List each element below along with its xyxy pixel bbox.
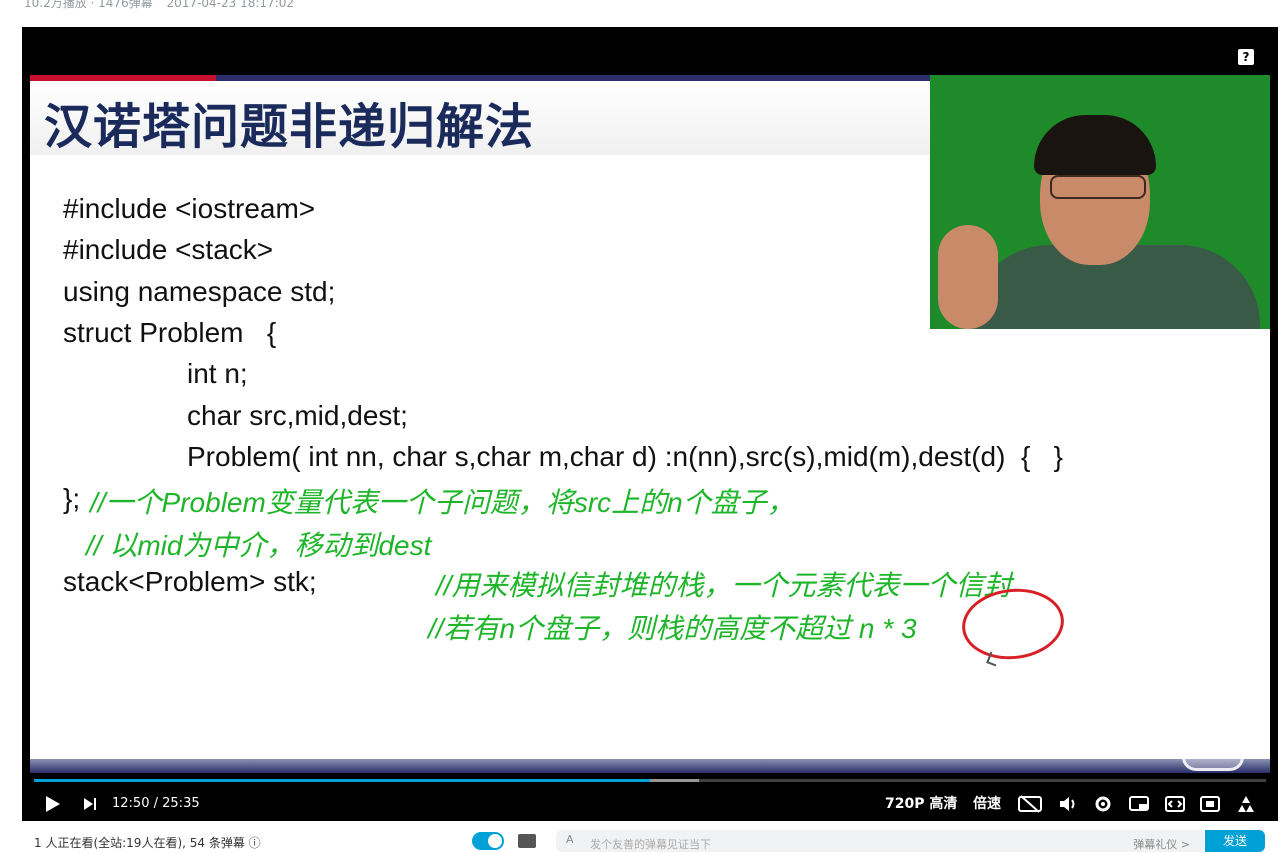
danmaku-placeholder: 发个友善的弹幕见证当下 (590, 838, 711, 851)
presenter-hand (938, 225, 998, 329)
code-line: }; (63, 483, 81, 514)
send-button[interactable]: 发送 (1205, 830, 1265, 852)
publish-date: 2017-04-23 18:17:02 (166, 0, 294, 10)
viewer-count: 1 人正在看(全站:19人在看), 54 条弹幕 ⓘ (34, 836, 261, 850)
play-icon[interactable] (42, 794, 62, 814)
danmaku-toggle[interactable] (472, 832, 504, 850)
volume-icon[interactable] (1058, 794, 1078, 814)
duration: 25:35 (162, 796, 200, 811)
quality-button[interactable]: 720P 高清 (885, 787, 957, 821)
presenter-hair (1034, 115, 1156, 175)
danmaku-bar: 1 人正在看(全站:19人在看), 54 条弹幕 ⓘ A 发个友善的弹幕见证当下… (22, 826, 1278, 852)
video-meta: 10.2万播放 · 1476弹幕 2017-04-23 18:17:02 (24, 0, 304, 11)
mini-player-icon[interactable] (1129, 794, 1149, 814)
webcam-overlay (930, 75, 1270, 329)
danmaku-input[interactable]: A 发个友善的弹幕见证当下 弹幕礼仪 > (556, 830, 1204, 852)
widescreen-icon[interactable] (1165, 794, 1185, 814)
time-display: 12:50 / 25:35 (112, 787, 200, 821)
video-player[interactable]: ? 汉诺塔问题非递归解法 #include <iostream> #includ… (22, 27, 1278, 821)
play-count: 10.2万播放 · 1476弹幕 (24, 0, 153, 10)
speed-button[interactable]: 倍速 (973, 787, 1001, 821)
code-line: Problem( int nn, char s,char m,char d) :… (187, 441, 1064, 472)
code-line: using namespace std; (63, 276, 336, 307)
danmaku-off-icon[interactable] (1018, 794, 1042, 814)
font-icon[interactable]: A (566, 833, 574, 846)
code-line: struct Problem { (63, 317, 277, 348)
next-icon[interactable] (80, 794, 100, 814)
toggle-knob (488, 834, 502, 848)
bilibili-logo-icon: ▷ (1182, 715, 1244, 771)
help-icon[interactable]: ? (1238, 49, 1254, 65)
player-controls: 12:50 / 25:35 720P 高清 倍速 (22, 787, 1278, 821)
web-fullscreen-icon[interactable] (1200, 794, 1220, 814)
code-comment: // 以mid为中介，移动到dest (86, 530, 432, 561)
code-line: int n; (187, 358, 248, 389)
presenter-glasses (1050, 175, 1146, 199)
time-separator: / (153, 796, 158, 811)
code-line: #include <iostream> (63, 193, 316, 224)
code-comment: //一个Problem变量代表一个子问题，将src上的n个盘子， (90, 487, 795, 518)
slide-bottom-bar (30, 759, 1270, 773)
settings-gear-icon[interactable] (1093, 794, 1113, 814)
slide-title: 汉诺塔问题非递归解法 (44, 99, 535, 155)
fullscreen-icon[interactable] (1236, 794, 1256, 814)
current-time: 12:50 (112, 796, 150, 811)
code-line: char src,mid,dest; (187, 400, 408, 431)
code-line: #include <stack> (63, 234, 274, 265)
code-comment: //若有n个盘子，则栈的高度不超过 n * 3 (428, 613, 917, 644)
progress-played (34, 779, 650, 782)
cursor-icon (986, 651, 1000, 667)
code-line: stack<Problem> stk; (63, 566, 317, 597)
progress-bar[interactable] (34, 779, 1266, 782)
danmaku-settings-icon[interactable] (518, 834, 536, 848)
danmaku-etiquette-link[interactable]: 弹幕礼仪 > (1133, 836, 1190, 852)
code-comment: //用来模拟信封堆的栈，一个元素代表一个信封 (436, 570, 1012, 601)
